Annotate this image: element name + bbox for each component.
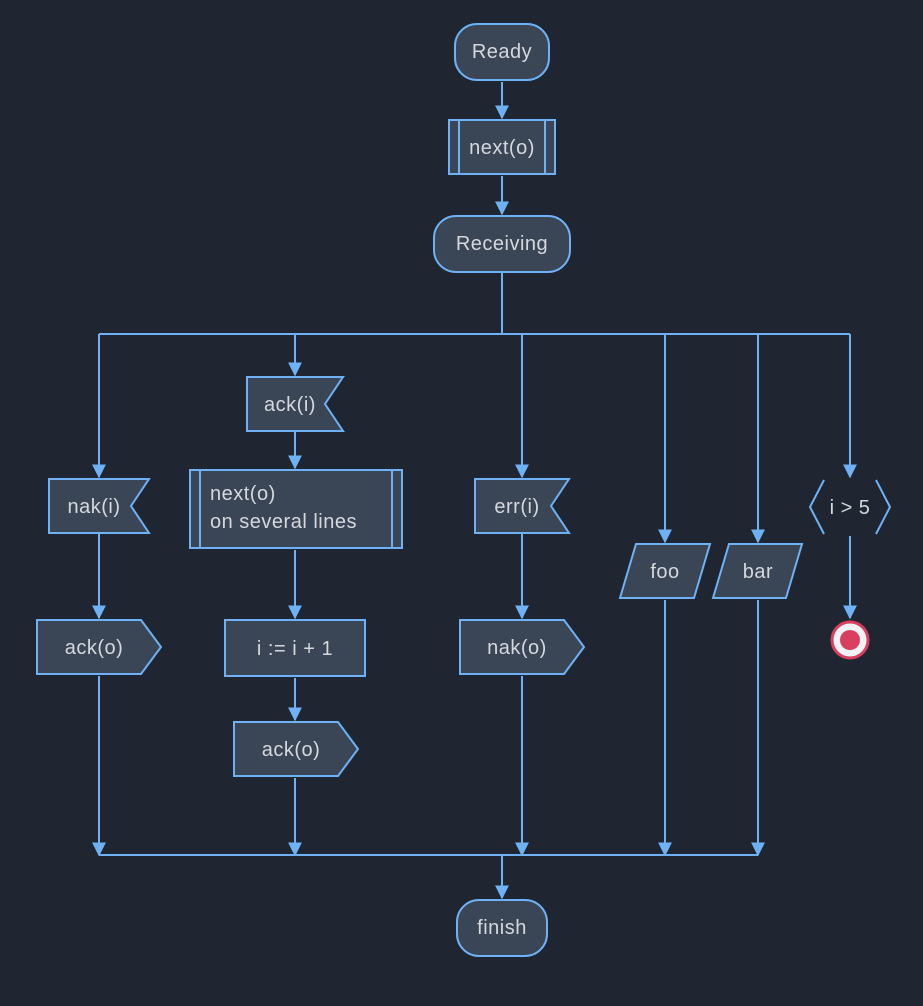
label-bar: bar <box>743 561 773 583</box>
node-assign: i := i + 1 <box>225 620 365 676</box>
label-finish: finish <box>477 917 527 939</box>
label-acko1: ack(o) <box>65 637 124 659</box>
label-ready: Ready <box>472 41 532 63</box>
node-naki: nak(i) <box>49 479 149 533</box>
node-acki: ack(i) <box>247 377 343 431</box>
node-acko1: ack(o) <box>37 620 161 674</box>
node-foo: foo <box>620 544 710 598</box>
label-nexto1: next(o) <box>469 137 535 159</box>
label-foo: foo <box>650 561 679 583</box>
node-erri: err(i) <box>475 479 569 533</box>
label-naki: nak(i) <box>67 496 120 518</box>
node-finish: finish <box>457 900 547 956</box>
node-acko2: ack(o) <box>234 722 358 776</box>
node-receiving: Receiving <box>434 216 570 272</box>
label-acki: ack(i) <box>264 394 316 416</box>
node-nexto2: next(o) on several lines <box>190 470 402 548</box>
label-acko2: ack(o) <box>262 739 321 761</box>
label-assign: i := i + 1 <box>257 638 333 660</box>
label-nako: nak(o) <box>487 637 547 659</box>
node-terminal <box>832 622 868 658</box>
label-receiving: Receiving <box>456 233 548 255</box>
label-nexto2-l1: next(o) <box>210 483 276 505</box>
node-ready: Ready <box>455 24 549 80</box>
node-nexto1: next(o) <box>449 120 555 174</box>
label-nexto2-l2: on several lines <box>210 511 357 533</box>
label-cond: i > 5 <box>830 497 871 519</box>
node-cond: i > 5 <box>810 480 890 534</box>
node-nako: nak(o) <box>460 620 584 674</box>
node-bar: bar <box>713 544 802 598</box>
label-erri: err(i) <box>494 496 539 518</box>
